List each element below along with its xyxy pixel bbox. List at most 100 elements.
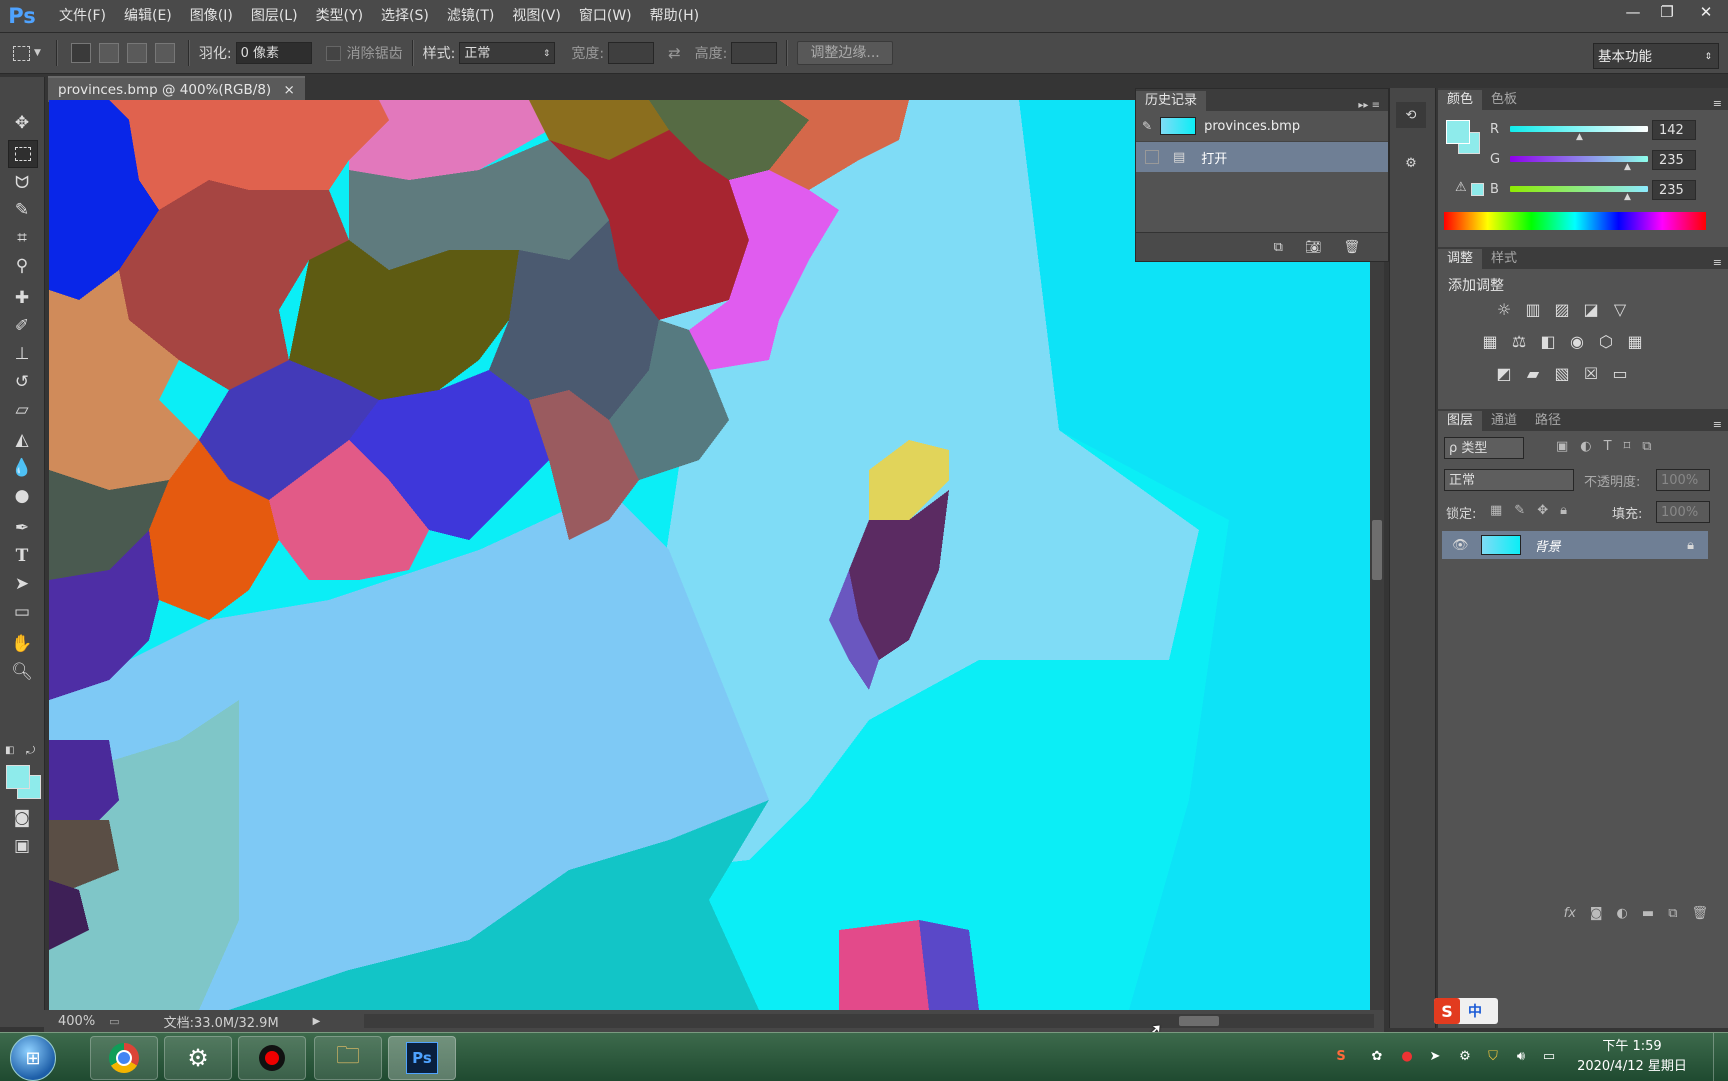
websafe-swatch[interactable] xyxy=(1471,183,1484,196)
zoom-tool-icon[interactable]: 🔍︎ xyxy=(8,659,36,685)
marquee-preset-icon[interactable] xyxy=(8,41,34,65)
tab-swatches[interactable]: 色板 xyxy=(1482,90,1526,110)
marquee-tool-icon[interactable] xyxy=(8,140,38,168)
add-selection-icon[interactable] xyxy=(98,43,119,63)
scroll-thumb[interactable] xyxy=(1372,520,1382,580)
new-document-from-state-icon[interactable]: ⧉ xyxy=(1274,240,1283,255)
hue-saturation-icon[interactable]: ▦ xyxy=(1478,329,1502,353)
lock-transparency-icon[interactable]: ▦ xyxy=(1490,503,1502,518)
add-mask-icon[interactable]: ◙ xyxy=(1590,906,1603,921)
photo-filter-icon[interactable]: ◉ xyxy=(1565,329,1589,353)
g-value-input[interactable]: 235 xyxy=(1652,150,1696,170)
levels-icon[interactable]: ▥ xyxy=(1521,297,1545,321)
healing-brush-tool-icon[interactable]: ✚ xyxy=(8,285,36,311)
lock-pixels-icon[interactable]: ✎ xyxy=(1514,503,1525,518)
color-lookup-icon[interactable]: ▦ xyxy=(1623,329,1647,353)
adjustment-filter-icon[interactable]: ◐ xyxy=(1580,439,1591,454)
smart-object-filter-icon[interactable]: ⧉ xyxy=(1642,439,1651,454)
blur-tool-icon[interactable]: 💧 xyxy=(8,455,36,481)
paint-bucket-tool-icon[interactable]: ◭ xyxy=(8,427,36,453)
swap-colors-icon[interactable]: ⤾ xyxy=(26,744,35,758)
move-tool-icon[interactable]: ✥ xyxy=(8,110,36,136)
panel-menu-icon[interactable]: ≡ xyxy=(1713,418,1722,431)
blend-mode-select[interactable]: 正常 xyxy=(1444,469,1574,491)
lock-position-icon[interactable]: ✥ xyxy=(1537,503,1548,518)
zoom-level[interactable]: 400% xyxy=(58,1014,95,1029)
path-select-tool-icon[interactable]: ➤ xyxy=(8,571,36,597)
type-tool-icon[interactable]: T xyxy=(8,543,36,569)
subtract-selection-icon[interactable] xyxy=(126,43,147,63)
default-colors-icon[interactable]: ◧ xyxy=(5,745,17,757)
quick-select-tool-icon[interactable]: ✎ xyxy=(8,197,36,223)
eyedropper-tool-icon[interactable]: ⚲ xyxy=(8,253,36,279)
recorder-taskbar-button[interactable] xyxy=(238,1036,306,1080)
close-button[interactable]: ✕ xyxy=(1684,0,1728,24)
eraser-tool-icon[interactable]: ▱ xyxy=(8,397,36,423)
workspace-select[interactable]: 基本功能 ⇕ xyxy=(1593,43,1719,69)
volume-tray-icon[interactable]: 🔊︎ xyxy=(1512,1047,1530,1065)
layer-row[interactable]: 👁︎ 背景 🔒︎ xyxy=(1442,531,1708,559)
refine-edge-button[interactable]: 调整边缘... xyxy=(797,41,893,65)
lock-all-icon[interactable]: 🔒︎ xyxy=(1560,503,1567,518)
tab-history[interactable]: 历史记录 xyxy=(1136,91,1207,111)
crop-tool-icon[interactable]: ⌗ xyxy=(8,225,36,251)
fill-input[interactable]: 100% xyxy=(1656,501,1710,523)
vibrance-icon[interactable]: ▽ xyxy=(1608,297,1632,321)
r-slider-handle-icon[interactable]: ▲ xyxy=(1576,132,1583,142)
feather-input[interactable]: 0 像素 xyxy=(235,42,312,64)
steam-taskbar-button[interactable]: ⚙ xyxy=(164,1036,232,1080)
panel-menu-icon[interactable]: ≡ xyxy=(1713,256,1722,269)
new-selection-icon[interactable] xyxy=(70,43,91,63)
dodge-tool-icon[interactable]: ● xyxy=(8,483,36,509)
sogou-tray-icon[interactable]: S xyxy=(1332,1047,1350,1065)
history-snapshot[interactable]: ✎ provinces.bmp xyxy=(1136,111,1388,142)
tab-layers[interactable]: 图层 xyxy=(1438,411,1483,431)
menu-item-5[interactable]: 选择(S) xyxy=(372,0,438,32)
color-spectrum[interactable] xyxy=(1444,212,1706,230)
display-tray-icon[interactable]: ▭ xyxy=(1540,1047,1558,1065)
chrome-taskbar-button[interactable] xyxy=(90,1036,158,1080)
menu-item-8[interactable]: 窗口(W) xyxy=(570,0,641,32)
document-tab[interactable]: provinces.bmp @ 400%(RGB/8) × xyxy=(48,76,305,102)
new-adjustment-icon[interactable]: ◐ xyxy=(1617,906,1628,921)
menu-item-6[interactable]: 滤镜(T) xyxy=(438,0,503,32)
tab-color[interactable]: 颜色 xyxy=(1438,90,1483,110)
menu-item-2[interactable]: 图像(I) xyxy=(181,0,242,32)
camera-icon[interactable]: 📷︎ xyxy=(1305,240,1322,255)
h-scroll-thumb[interactable] xyxy=(1179,1016,1219,1026)
properties-panel-icon[interactable]: ⚙ xyxy=(1396,150,1426,176)
step-checkbox[interactable] xyxy=(1145,150,1159,164)
show-desktop-button[interactable] xyxy=(1713,1033,1728,1081)
opacity-input[interactable]: 100% xyxy=(1656,469,1710,491)
selective-color-icon[interactable]: ☒ xyxy=(1579,361,1603,385)
width-input[interactable] xyxy=(608,42,655,64)
threshold-icon[interactable]: ▧ xyxy=(1550,361,1574,385)
pen-tool-icon[interactable]: ✒ xyxy=(8,515,36,541)
record-tray-icon[interactable]: ● xyxy=(1398,1047,1416,1065)
tab-styles[interactable]: 样式 xyxy=(1482,249,1526,269)
menu-item-1[interactable]: 编辑(E) xyxy=(115,0,181,32)
channel-mixer-icon[interactable]: ⬡ xyxy=(1594,329,1618,353)
tab-channels[interactable]: 通道 xyxy=(1482,411,1526,431)
b-value-input[interactable]: 235 xyxy=(1652,180,1696,200)
style-select[interactable]: 正常 ⇕ xyxy=(459,42,556,64)
quick-mask-icon[interactable]: ◙ xyxy=(8,805,36,831)
shape-filter-icon[interactable]: ⌑ xyxy=(1624,439,1631,454)
history-panel-icon[interactable]: ⟲ xyxy=(1396,102,1426,128)
menu-item-3[interactable]: 图层(L) xyxy=(242,0,307,32)
visibility-eye-icon[interactable]: 👁︎ xyxy=(1452,538,1469,553)
height-input[interactable] xyxy=(731,42,778,64)
menu-item-7[interactable]: 视图(V) xyxy=(503,0,570,32)
history-step[interactable]: ▤ 打开 xyxy=(1136,142,1388,172)
b-slider-handle-icon[interactable]: ▲ xyxy=(1624,192,1631,202)
r-value-input[interactable]: 142 xyxy=(1652,120,1696,140)
tab-paths[interactable]: 路径 xyxy=(1526,411,1570,431)
invert-icon[interactable]: ◩ xyxy=(1492,361,1516,385)
clock[interactable]: 下午 1:59 2020/4/12 星期日 xyxy=(1572,1037,1692,1077)
history-brush-tool-icon[interactable]: ↺ xyxy=(8,369,36,395)
restore-button[interactable]: ❐ xyxy=(1650,0,1684,24)
panel-menu-icon[interactable]: ▸▸ ≡ xyxy=(1358,100,1380,111)
new-group-icon[interactable]: ▬ xyxy=(1642,906,1654,921)
arrow-tray-icon[interactable]: ➤ xyxy=(1426,1047,1444,1065)
chevron-down-icon[interactable]: ▼ xyxy=(34,48,41,58)
